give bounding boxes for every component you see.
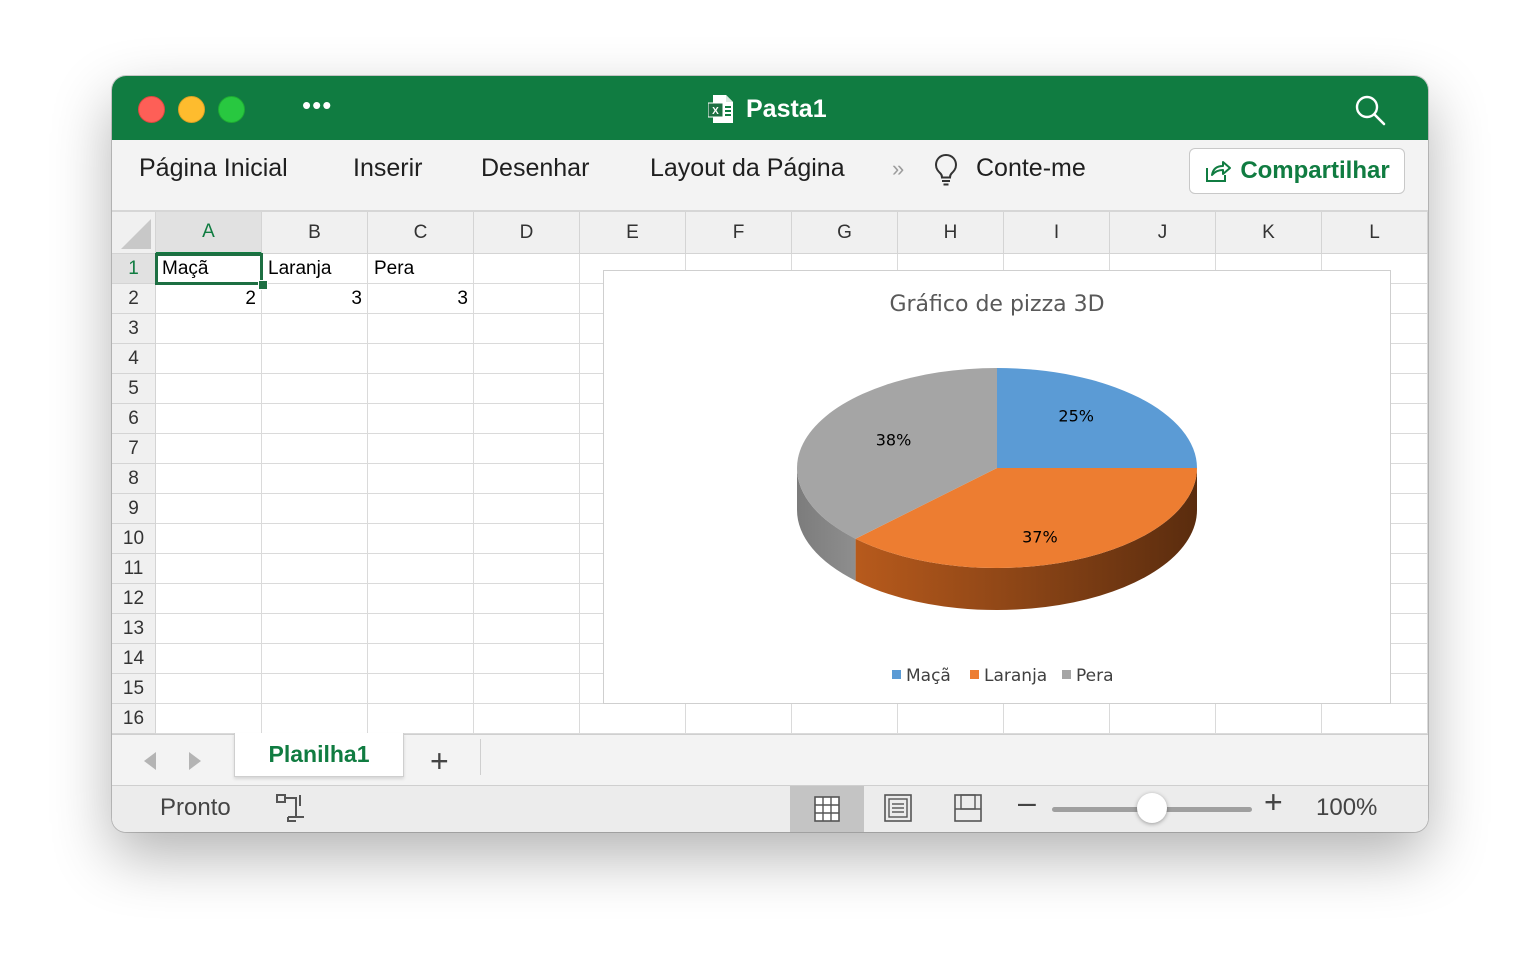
pie-slice-0[interactable] bbox=[997, 368, 1197, 468]
svg-text:X: X bbox=[712, 106, 719, 117]
zoom-out-button[interactable]: – bbox=[1018, 784, 1036, 821]
share-icon bbox=[1206, 161, 1232, 182]
active-cell-border bbox=[155, 253, 263, 285]
ribbon-tabs: Página Inicial Inserir Desenhar Layout d… bbox=[112, 140, 1428, 212]
close-window-button[interactable] bbox=[138, 96, 165, 123]
normal-view-button[interactable] bbox=[790, 786, 864, 832]
zoom-in-button[interactable]: + bbox=[1264, 784, 1283, 821]
zoom-level-readout: 100% bbox=[1316, 794, 1378, 821]
excel-window: ••• X Pasta1 Página Inicial Inserir Dese… bbox=[112, 76, 1428, 832]
legend-label-2[interactable]: Pera bbox=[1076, 666, 1114, 686]
sheetbar-divider bbox=[480, 739, 481, 775]
column-header-e[interactable]: E bbox=[580, 212, 686, 254]
minimize-window-button[interactable] bbox=[178, 96, 205, 123]
cell-c2[interactable]: 3 bbox=[368, 284, 474, 314]
lightbulb-icon[interactable] bbox=[932, 152, 960, 188]
tab-layout-da-pagina[interactable]: Layout da Página bbox=[650, 154, 845, 183]
pie-data-label-0: 25% bbox=[1058, 407, 1094, 426]
column-header-g[interactable]: G bbox=[792, 212, 898, 254]
row-header-5[interactable]: 5 bbox=[112, 374, 156, 404]
legend-swatch-2 bbox=[1062, 670, 1071, 679]
zoom-window-button[interactable] bbox=[218, 96, 245, 123]
column-header-f[interactable]: F bbox=[686, 212, 792, 254]
tell-me-search[interactable]: Conte-me bbox=[976, 154, 1086, 183]
cell-a2[interactable]: 2 bbox=[156, 284, 262, 314]
column-header-k[interactable]: K bbox=[1216, 212, 1322, 254]
column-header-c[interactable]: C bbox=[368, 212, 474, 254]
grid-column-line bbox=[473, 254, 474, 734]
row-header-13[interactable]: 13 bbox=[112, 614, 156, 644]
select-all-corner[interactable] bbox=[112, 212, 156, 254]
cell-b2[interactable]: 3 bbox=[262, 284, 368, 314]
pie-data-label-1: 37% bbox=[1022, 527, 1058, 546]
legend-swatch-1 bbox=[970, 670, 979, 679]
column-header-d[interactable]: D bbox=[474, 212, 580, 254]
spreadsheet-grid[interactable]: ABCDEFGHIJKL 1 2 3 4 5 6 7 8 9 10 11 12 13 14 15 16 Maç… bbox=[112, 212, 1428, 734]
legend-label-1[interactable]: Laranja bbox=[984, 666, 1047, 686]
title-bar: ••• X Pasta1 bbox=[112, 76, 1428, 140]
status-bar: Pronto – + 100% bbox=[112, 784, 1428, 832]
row-header-10[interactable]: 10 bbox=[112, 524, 156, 554]
add-sheet-button[interactable]: + bbox=[430, 743, 449, 780]
tab-desenhar[interactable]: Desenhar bbox=[481, 154, 589, 183]
column-header-h[interactable]: H bbox=[898, 212, 1004, 254]
cell-c1[interactable]: Pera bbox=[368, 254, 474, 284]
row-header-3[interactable]: 3 bbox=[112, 314, 156, 344]
share-button-label: Compartilhar bbox=[1240, 157, 1390, 184]
page-break-preview-icon[interactable] bbox=[954, 794, 982, 822]
column-header-j[interactable]: J bbox=[1110, 212, 1216, 254]
window-title: Pasta1 bbox=[746, 94, 827, 123]
row-header-9[interactable]: 9 bbox=[112, 494, 156, 524]
sheet-tab-planilha1[interactable]: Planilha1 bbox=[234, 733, 404, 777]
column-header-b[interactable]: B bbox=[262, 212, 368, 254]
sheet-tabs-bar: Planilha1 + bbox=[112, 733, 1428, 786]
previous-sheet-arrow-icon[interactable] bbox=[142, 751, 158, 771]
more-options-icon[interactable]: ••• bbox=[302, 90, 332, 121]
tab-inserir[interactable]: Inserir bbox=[353, 154, 422, 183]
row-header-6[interactable]: 6 bbox=[112, 404, 156, 434]
pie-chart-3d[interactable]: Gráfico de pizza 3D 25% 37% 38% Maçã Laranj… bbox=[603, 270, 1391, 704]
row-header-7[interactable]: 7 bbox=[112, 434, 156, 464]
grid-column-line bbox=[367, 254, 368, 734]
pie-data-label-2: 38% bbox=[876, 431, 912, 450]
row-header-2[interactable]: 2 bbox=[112, 284, 156, 314]
fill-handle[interactable] bbox=[258, 280, 268, 290]
row-header-8[interactable]: 8 bbox=[112, 464, 156, 494]
ribbon-overflow-chevron-icon[interactable]: » bbox=[892, 156, 904, 182]
page-layout-view-icon[interactable] bbox=[884, 794, 912, 822]
row-header-11[interactable]: 11 bbox=[112, 554, 156, 584]
row-header-12[interactable]: 12 bbox=[112, 584, 156, 614]
zoom-slider-thumb[interactable] bbox=[1137, 793, 1167, 823]
grid-column-line bbox=[261, 254, 262, 734]
window-title-group: X Pasta1 bbox=[708, 92, 827, 126]
column-header-i[interactable]: I bbox=[1004, 212, 1110, 254]
column-header-l[interactable]: L bbox=[1322, 212, 1428, 254]
excel-file-icon: X bbox=[708, 95, 733, 123]
chart-title: Gráfico de pizza 3D bbox=[889, 292, 1104, 317]
next-sheet-arrow-icon[interactable] bbox=[187, 751, 203, 771]
chart-canvas: Gráfico de pizza 3D 25% 37% 38% Maçã Laranj… bbox=[797, 292, 1197, 686]
macro-recording-icon[interactable] bbox=[274, 792, 306, 824]
legend-swatch-0 bbox=[892, 670, 901, 679]
row-header-4[interactable]: 4 bbox=[112, 344, 156, 374]
cell-b1[interactable]: Laranja bbox=[262, 254, 368, 284]
search-icon[interactable] bbox=[1354, 94, 1386, 126]
tab-pagina-inicial[interactable]: Página Inicial bbox=[139, 154, 288, 183]
grid-column-line bbox=[579, 254, 580, 734]
column-header-a[interactable]: A bbox=[156, 212, 262, 254]
grid-column-line bbox=[1427, 254, 1428, 734]
row-header-14[interactable]: 14 bbox=[112, 644, 156, 674]
grid-view-icon bbox=[814, 796, 840, 822]
row-header-16[interactable]: 16 bbox=[112, 704, 156, 734]
row-header-1[interactable]: 1 bbox=[112, 254, 156, 284]
status-ready-text: Pronto bbox=[160, 794, 231, 821]
row-header-15[interactable]: 15 bbox=[112, 674, 156, 704]
share-button[interactable]: Compartilhar bbox=[1189, 148, 1405, 194]
legend-label-0[interactable]: Maçã bbox=[906, 666, 951, 686]
